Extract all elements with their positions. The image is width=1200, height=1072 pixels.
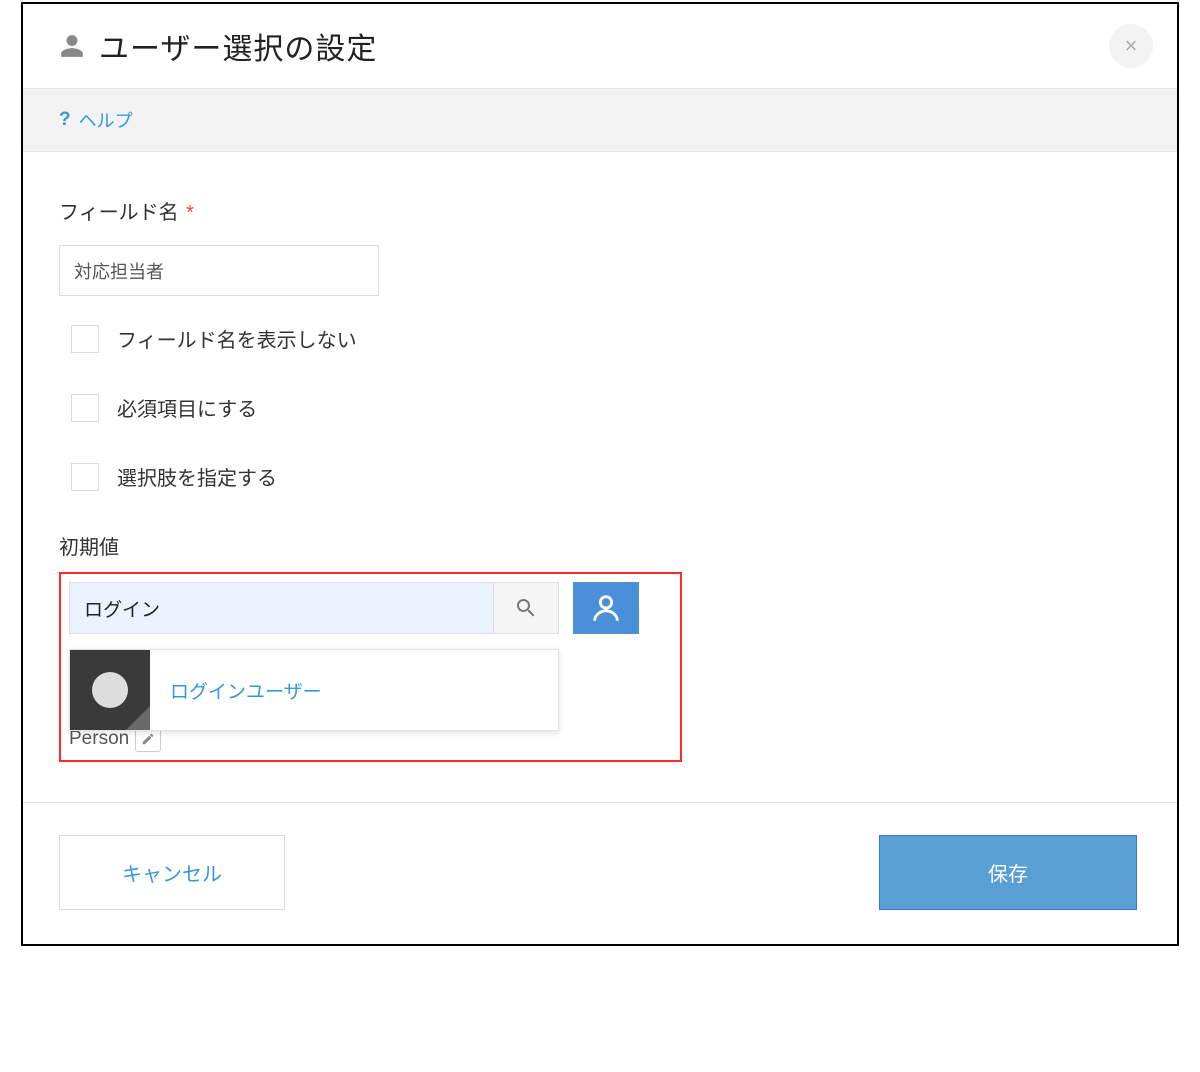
user-icon [589, 591, 623, 625]
close-button[interactable]: × [1109, 24, 1153, 68]
help-bar: ? ヘルプ [23, 89, 1177, 152]
checkbox-required[interactable] [71, 394, 99, 422]
checkbox-required-row: 必須項目にする [71, 393, 1141, 422]
avatar-circle-icon [92, 672, 128, 708]
dialog-header: ユーザー選択の設定 × [23, 4, 1177, 89]
search-row: ログインユーザー [69, 582, 672, 634]
pencil-icon [141, 732, 155, 746]
user-search-input[interactable] [69, 582, 493, 634]
checkbox-hide-fieldname-label: フィールド名を表示しない [117, 324, 357, 353]
checkbox-specify-options[interactable] [71, 463, 99, 491]
checkbox-hide-fieldname-row: フィールド名を表示しない [71, 324, 1141, 353]
search-input-wrap [69, 582, 559, 634]
help-link[interactable]: ? ヘルプ [59, 107, 133, 133]
checkbox-required-label: 必須項目にする [117, 393, 257, 422]
search-dropdown: ログインユーザー [69, 649, 559, 731]
save-button[interactable]: 保存 [879, 835, 1137, 910]
form-body: フィールド名 * フィールド名を表示しない 必須項目にする 選択肢を指定する 初… [23, 152, 1177, 802]
search-icon [514, 596, 538, 620]
dialog-title-wrap: ユーザー選択の設定 [59, 24, 377, 68]
avatar [70, 650, 150, 730]
person-label: Person [69, 728, 129, 750]
field-name-label: フィールド名 * [59, 196, 1141, 225]
dropdown-item-label: ログインユーザー [170, 677, 322, 704]
user-picker-button[interactable] [573, 582, 639, 634]
initial-value-label: 初期値 [59, 531, 1141, 560]
user-select-settings-dialog: ユーザー選択の設定 × ? ヘルプ フィールド名 * フィールド名を表示しない … [21, 2, 1179, 946]
dialog-footer: キャンセル 保存 [23, 802, 1177, 944]
search-button[interactable] [493, 582, 559, 634]
required-mark: * [186, 202, 194, 224]
close-icon: × [1125, 33, 1138, 59]
person-icon [59, 30, 85, 62]
checkbox-specify-options-row: 選択肢を指定する [71, 462, 1141, 491]
cancel-button[interactable]: キャンセル [59, 835, 285, 910]
dropdown-item-login-user[interactable]: ログインユーザー [70, 650, 558, 730]
dialog-title: ユーザー選択の設定 [99, 24, 377, 68]
checkbox-specify-options-label: 選択肢を指定する [117, 462, 277, 491]
initial-value-highlight: ログインユーザー Person [59, 572, 682, 762]
help-icon: ? [59, 109, 71, 131]
checkbox-hide-fieldname[interactable] [71, 325, 99, 353]
field-name-input[interactable] [59, 245, 379, 296]
help-label: ヘルプ [79, 107, 133, 133]
